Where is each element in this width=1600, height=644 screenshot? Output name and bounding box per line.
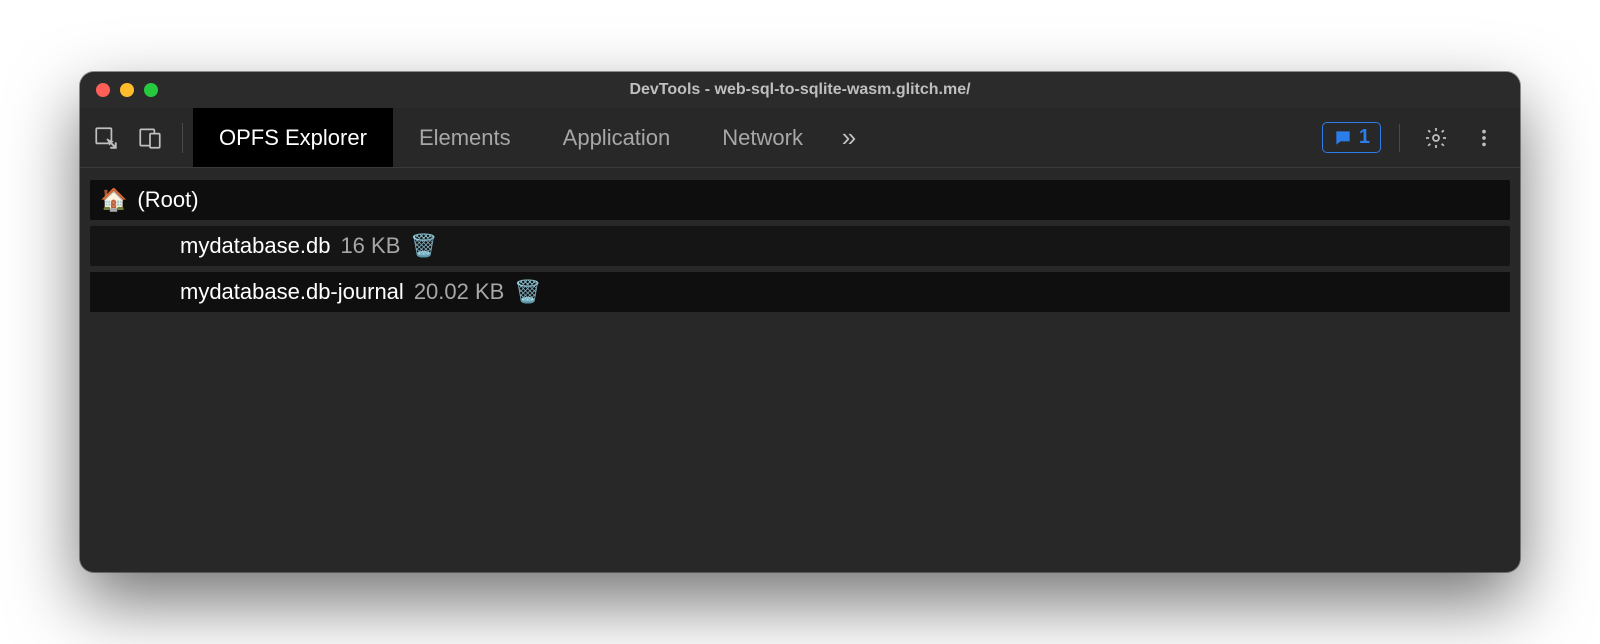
tree-file-row[interactable]: mydatabase.db 16 KB 🗑️ xyxy=(90,226,1510,266)
file-name: mydatabase.db xyxy=(180,233,330,259)
tab-label: Network xyxy=(722,125,803,151)
window-close-button[interactable] xyxy=(96,83,110,97)
tab-elements[interactable]: Elements xyxy=(393,108,537,167)
devtools-toolbar: OPFS Explorer Elements Application Netwo… xyxy=(80,108,1520,168)
chevron-double-right-icon: » xyxy=(842,122,856,153)
window-maximize-button[interactable] xyxy=(144,83,158,97)
file-name: mydatabase.db-journal xyxy=(180,279,404,305)
root-label: (Root) xyxy=(137,187,198,213)
traffic-lights xyxy=(96,83,158,97)
toolbar-right-group: 1 xyxy=(1322,120,1520,156)
home-icon: 🏠 xyxy=(100,187,127,213)
tab-label: Elements xyxy=(419,125,511,151)
tab-label: OPFS Explorer xyxy=(219,125,367,151)
message-count: 1 xyxy=(1359,126,1370,149)
more-options-button[interactable] xyxy=(1466,120,1502,156)
toolbar-separator xyxy=(1399,124,1400,152)
file-size: 16 KB xyxy=(340,233,400,259)
toolbar-divider xyxy=(182,123,183,153)
tab-network[interactable]: Network xyxy=(696,108,829,167)
trash-icon: 🗑️ xyxy=(514,279,541,305)
opfs-explorer-panel: 🏠 (Root) mydatabase.db 16 KB 🗑️ mydataba… xyxy=(80,168,1520,572)
messages-badge[interactable]: 1 xyxy=(1322,122,1381,153)
delete-file-button[interactable]: 🗑️ xyxy=(514,279,541,305)
message-icon xyxy=(1333,128,1353,148)
trash-icon: 🗑️ xyxy=(410,233,437,259)
tab-label: Application xyxy=(563,125,671,151)
window-minimize-button[interactable] xyxy=(120,83,134,97)
tab-application[interactable]: Application xyxy=(537,108,697,167)
devtools-window: DevTools - web-sql-to-sqlite-wasm.glitch… xyxy=(80,72,1520,572)
titlebar: DevTools - web-sql-to-sqlite-wasm.glitch… xyxy=(80,72,1520,108)
device-toolbar-button[interactable] xyxy=(132,120,168,156)
more-tabs-button[interactable]: » xyxy=(829,122,869,153)
delete-file-button[interactable]: 🗑️ xyxy=(410,233,437,259)
window-title: DevTools - web-sql-to-sqlite-wasm.glitch… xyxy=(80,81,1520,99)
tree-file-row[interactable]: mydatabase.db-journal 20.02 KB 🗑️ xyxy=(90,272,1510,312)
file-size: 20.02 KB xyxy=(414,279,505,305)
devtools-tabs: OPFS Explorer Elements Application Netwo… xyxy=(193,108,829,167)
inspect-element-button[interactable] xyxy=(88,120,124,156)
settings-button[interactable] xyxy=(1418,120,1454,156)
tree-root-row[interactable]: 🏠 (Root) xyxy=(90,180,1510,220)
tab-opfs-explorer[interactable]: OPFS Explorer xyxy=(193,108,393,167)
